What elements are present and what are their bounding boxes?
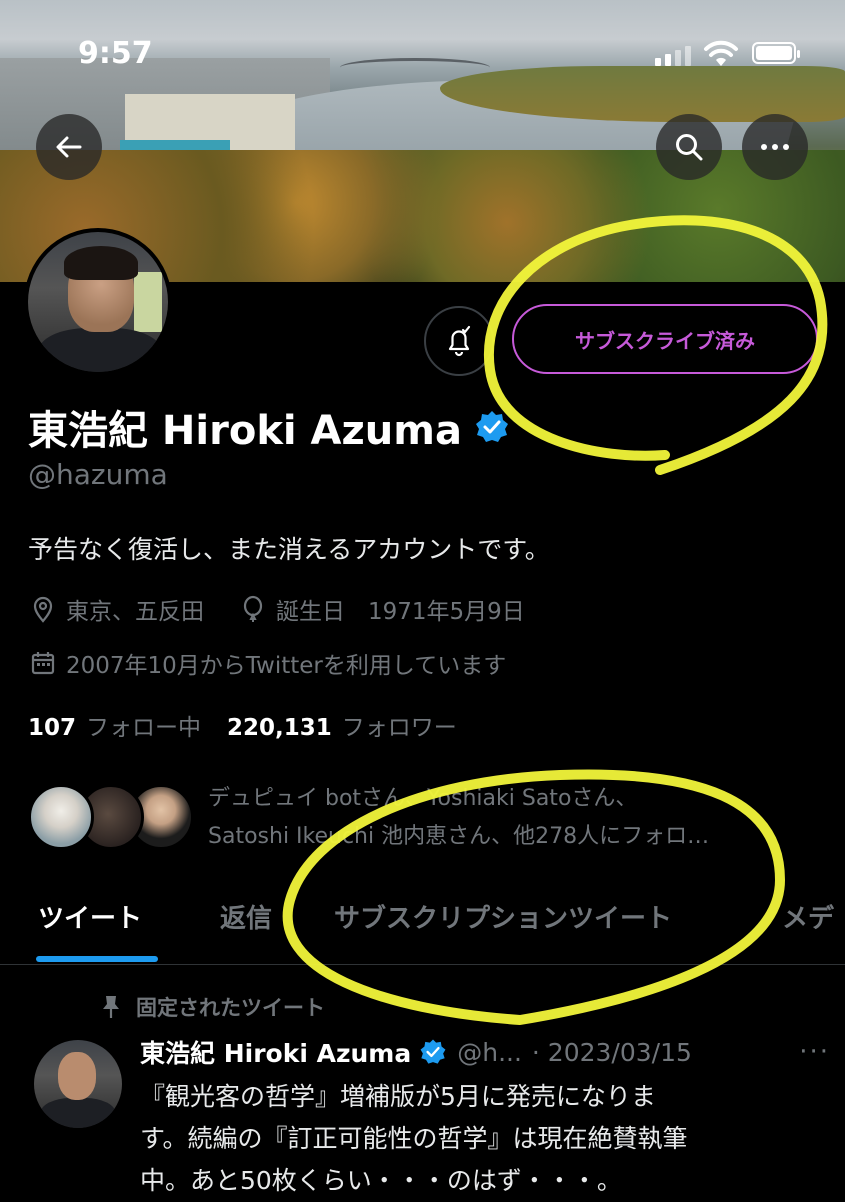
status-time: 9:57	[78, 36, 153, 71]
more-button[interactable]	[742, 114, 808, 180]
tweet-text-line: す。続編の『訂正可能性の哲学』は現在絶賛執筆	[140, 1124, 688, 1153]
search-button[interactable]	[656, 114, 722, 180]
pinned-label-row: 固定されたツイート	[100, 992, 325, 1022]
battery-icon	[752, 42, 800, 64]
tweet-date[interactable]: · 2023/03/15	[532, 1038, 692, 1067]
cellular-signal-icon	[655, 46, 691, 66]
pinned-label: 固定されたツイート	[136, 996, 325, 1020]
follow-counts: 107 フォロー中 220,131 フォロワー	[28, 708, 483, 742]
search-icon	[676, 134, 703, 161]
back-button[interactable]	[36, 114, 102, 180]
subscribed-button[interactable]: サブスクライブ済み	[512, 304, 818, 374]
profile-location: 東京、五反田	[66, 599, 204, 625]
tweet-author-name[interactable]: 東浩紀 Hiroki Azuma	[140, 1034, 411, 1070]
tab-replies[interactable]: 返信	[220, 898, 272, 935]
known-followers-line: デュピュイ botさん、Yoshiaki Satoさん、	[208, 786, 638, 811]
notifications-button[interactable]	[424, 306, 494, 376]
tweet-author-handle: @h...	[457, 1037, 522, 1067]
known-followers-text: デュピュイ botさん、Yoshiaki Satoさん、 Satoshi Ike…	[208, 780, 818, 856]
profile-joined-row: 2007年10月からTwitterを利用しています	[28, 646, 506, 680]
tweet-author-avatar[interactable]	[34, 1040, 122, 1128]
known-follower-avatar	[28, 784, 94, 850]
known-followers[interactable]: デュピュイ botさん、Yoshiaki Satoさん、 Satoshi Ike…	[28, 778, 828, 858]
arrow-left-icon	[56, 136, 82, 158]
pin-icon	[103, 996, 119, 1018]
balloon-icon	[243, 595, 263, 622]
tab-tweets[interactable]: ツイート	[38, 898, 142, 935]
following-count[interactable]: 107	[28, 715, 76, 741]
tweet-text: 『観光客の哲学』増補版が5月に発売になりま す。続編の『訂正可能性の哲学』は現在…	[140, 1076, 820, 1202]
tweet-header: 東浩紀 Hiroki Azuma @h... · 2023/03/15 ···	[140, 1034, 830, 1070]
location-pin-icon	[33, 596, 53, 623]
known-followers-line: Satoshi Ikeuchi 池内恵さん、他278人にフォロ…	[208, 824, 710, 849]
tab-subscription-tweets[interactable]: サブスクリプションツイート	[334, 898, 672, 935]
tweet-more-button[interactable]: ···	[799, 1037, 830, 1067]
profile-birthday: 誕生日 1971年5月9日	[276, 599, 525, 625]
wifi-icon	[704, 40, 738, 66]
calendar-icon	[31, 652, 55, 675]
avatar-image	[28, 232, 168, 372]
profile-tabs: ツイート 返信 サブスクリプションツイート メデ	[0, 878, 845, 965]
tweet-text-line: 中。あと50枚くらい・・・のはず・・・。	[140, 1166, 622, 1195]
profile-bio: 予告なく復活し、また消えるアカウントです。	[28, 535, 550, 564]
profile-handle: @hazuma	[28, 458, 168, 491]
verified-badge-icon	[475, 411, 508, 442]
followers-label[interactable]: フォロワー	[342, 715, 457, 741]
following-label[interactable]: フォロー中	[86, 715, 201, 741]
followers-count[interactable]: 220,131	[227, 715, 332, 741]
bell-check-icon	[448, 325, 471, 357]
profile-joined: 2007年10月からTwitterを利用しています	[66, 653, 507, 679]
profile-display-name: 東浩紀 Hiroki Azuma	[28, 398, 510, 456]
status-bar: 9:57	[0, 36, 845, 76]
tweet-text-line: 『観光客の哲学』増補版が5月に発売になりま	[140, 1082, 656, 1111]
verified-badge-icon	[420, 1039, 446, 1064]
profile-avatar[interactable]	[24, 228, 172, 376]
display-name-text: 東浩紀 Hiroki Azuma	[28, 408, 462, 454]
profile-meta-row: 東京、五反田 誕生日 1971年5月9日	[28, 592, 525, 626]
active-tab-indicator	[36, 956, 158, 962]
more-horizontal-icon	[761, 144, 789, 150]
tab-media[interactable]: メデ	[782, 898, 834, 935]
